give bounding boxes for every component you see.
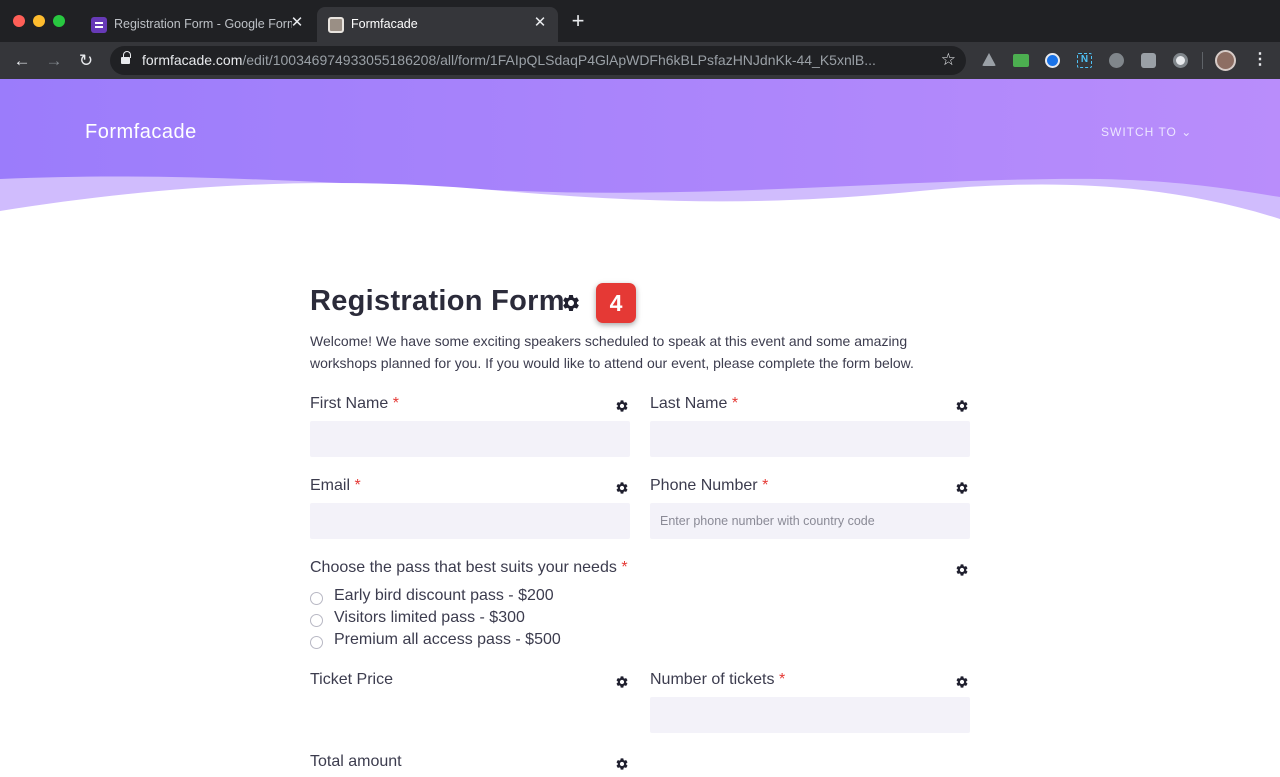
browser-toolbar: ← → ↻ formfacade.com/edit/10034697493305… [0,42,1280,79]
radio-button[interactable] [310,636,323,649]
page-header: Formfacade SWITCH TO ⌄ [0,79,1280,224]
close-window-button[interactable] [13,15,25,27]
back-button[interactable]: ← [11,50,33,72]
phone-number-field[interactable] [650,503,970,539]
u-icon[interactable] [1109,53,1124,68]
maximize-window-button[interactable] [53,15,65,27]
last-name-settings-gear-icon[interactable] [955,399,969,413]
pass-choice-label: Choose the pass that best suits your nee… [310,559,628,576]
radio-label: Premium all access pass - $500 [334,631,561,648]
first-name-settings-gear-icon[interactable] [615,399,629,413]
radio-label: Early bird discount pass - $200 [334,587,554,604]
email-label: Email * [310,477,361,494]
number-of-tickets-label: Number of tickets * [650,671,786,688]
radio-button[interactable] [310,592,323,605]
toolbar-divider [1202,52,1203,69]
number-of-tickets-field[interactable] [650,697,970,733]
required-asterisk: * [762,477,769,494]
required-asterisk: * [621,559,628,576]
lock-icon [121,51,131,66]
required-asterisk: * [731,395,739,412]
address-bar[interactable]: formfacade.com/edit/10034697493305518620… [110,46,966,75]
required-asterisk: * [392,395,399,412]
google-forms-icon [91,17,107,33]
email-settings-gear-icon[interactable] [615,481,629,495]
drive-icon[interactable] [982,53,996,66]
form-title: Registration Form [310,285,565,317]
close-tab-icon[interactable]: ✕ [289,15,305,31]
minimize-window-button[interactable] [33,15,45,27]
url-text[interactable]: formfacade.com/edit/10034697493305518620… [142,52,932,68]
tab-title: Registration Form - Google Forms [114,17,292,31]
pass-choice-settings-gear-icon[interactable] [955,563,969,577]
first-name-label: First Name * [310,395,399,412]
browser-menu-icon[interactable]: ⋮ [1252,51,1268,71]
phone-number-settings-gear-icon[interactable] [955,481,969,495]
reload-button[interactable]: ↻ [75,50,97,72]
total-amount-settings-gear-icon[interactable] [615,757,629,771]
bookmark-star-icon[interactable]: ☆ [941,50,956,70]
email-field[interactable] [310,503,630,539]
last-name-field[interactable] [650,421,970,457]
first-name-field[interactable] [310,421,630,457]
required-asterisk: * [354,477,361,494]
ticket-price-settings-gear-icon[interactable] [615,675,629,689]
circle-icon[interactable] [1173,53,1188,68]
compass-icon[interactable] [1045,53,1060,68]
browser-tab-bar: Registration Form - Google Forms ✕ Formf… [0,0,1280,42]
step-number-badge: 4 [596,283,636,323]
required-asterisk: * [778,671,786,688]
tab-formfacade[interactable]: Formfacade ✕ [317,7,558,42]
header-wave-background [0,79,1280,224]
switch-to-menu[interactable]: SWITCH TO ⌄ [1101,125,1192,139]
chat-icon[interactable] [1141,53,1156,68]
radio-button[interactable] [310,614,323,627]
tab-google-forms[interactable]: Registration Form - Google Forms ✕ [80,7,315,42]
number-of-tickets-settings-gear-icon[interactable] [955,675,969,689]
phone-number-label: Phone Number * [650,477,769,494]
n-icon[interactable]: N [1077,53,1092,68]
close-tab-icon[interactable]: ✕ [532,15,548,31]
formfacade-icon [328,17,344,33]
form-settings-gear-icon[interactable] [561,293,581,313]
forward-button[interactable]: → [43,50,65,72]
radio-label: Visitors limited pass - $300 [334,609,525,626]
form-description: Welcome! We have some exciting speakers … [310,333,914,371]
tab-title: Formfacade [351,17,418,31]
total-amount-label: Total amount [310,753,402,770]
new-tab-button[interactable]: + [568,10,588,32]
brand-logo-text[interactable]: Formfacade [85,121,197,144]
profile-avatar[interactable] [1215,50,1236,71]
last-name-label: Last Name * [650,395,739,412]
ticket-price-label: Ticket Price [310,671,393,688]
mail-icon[interactable] [1013,54,1029,67]
